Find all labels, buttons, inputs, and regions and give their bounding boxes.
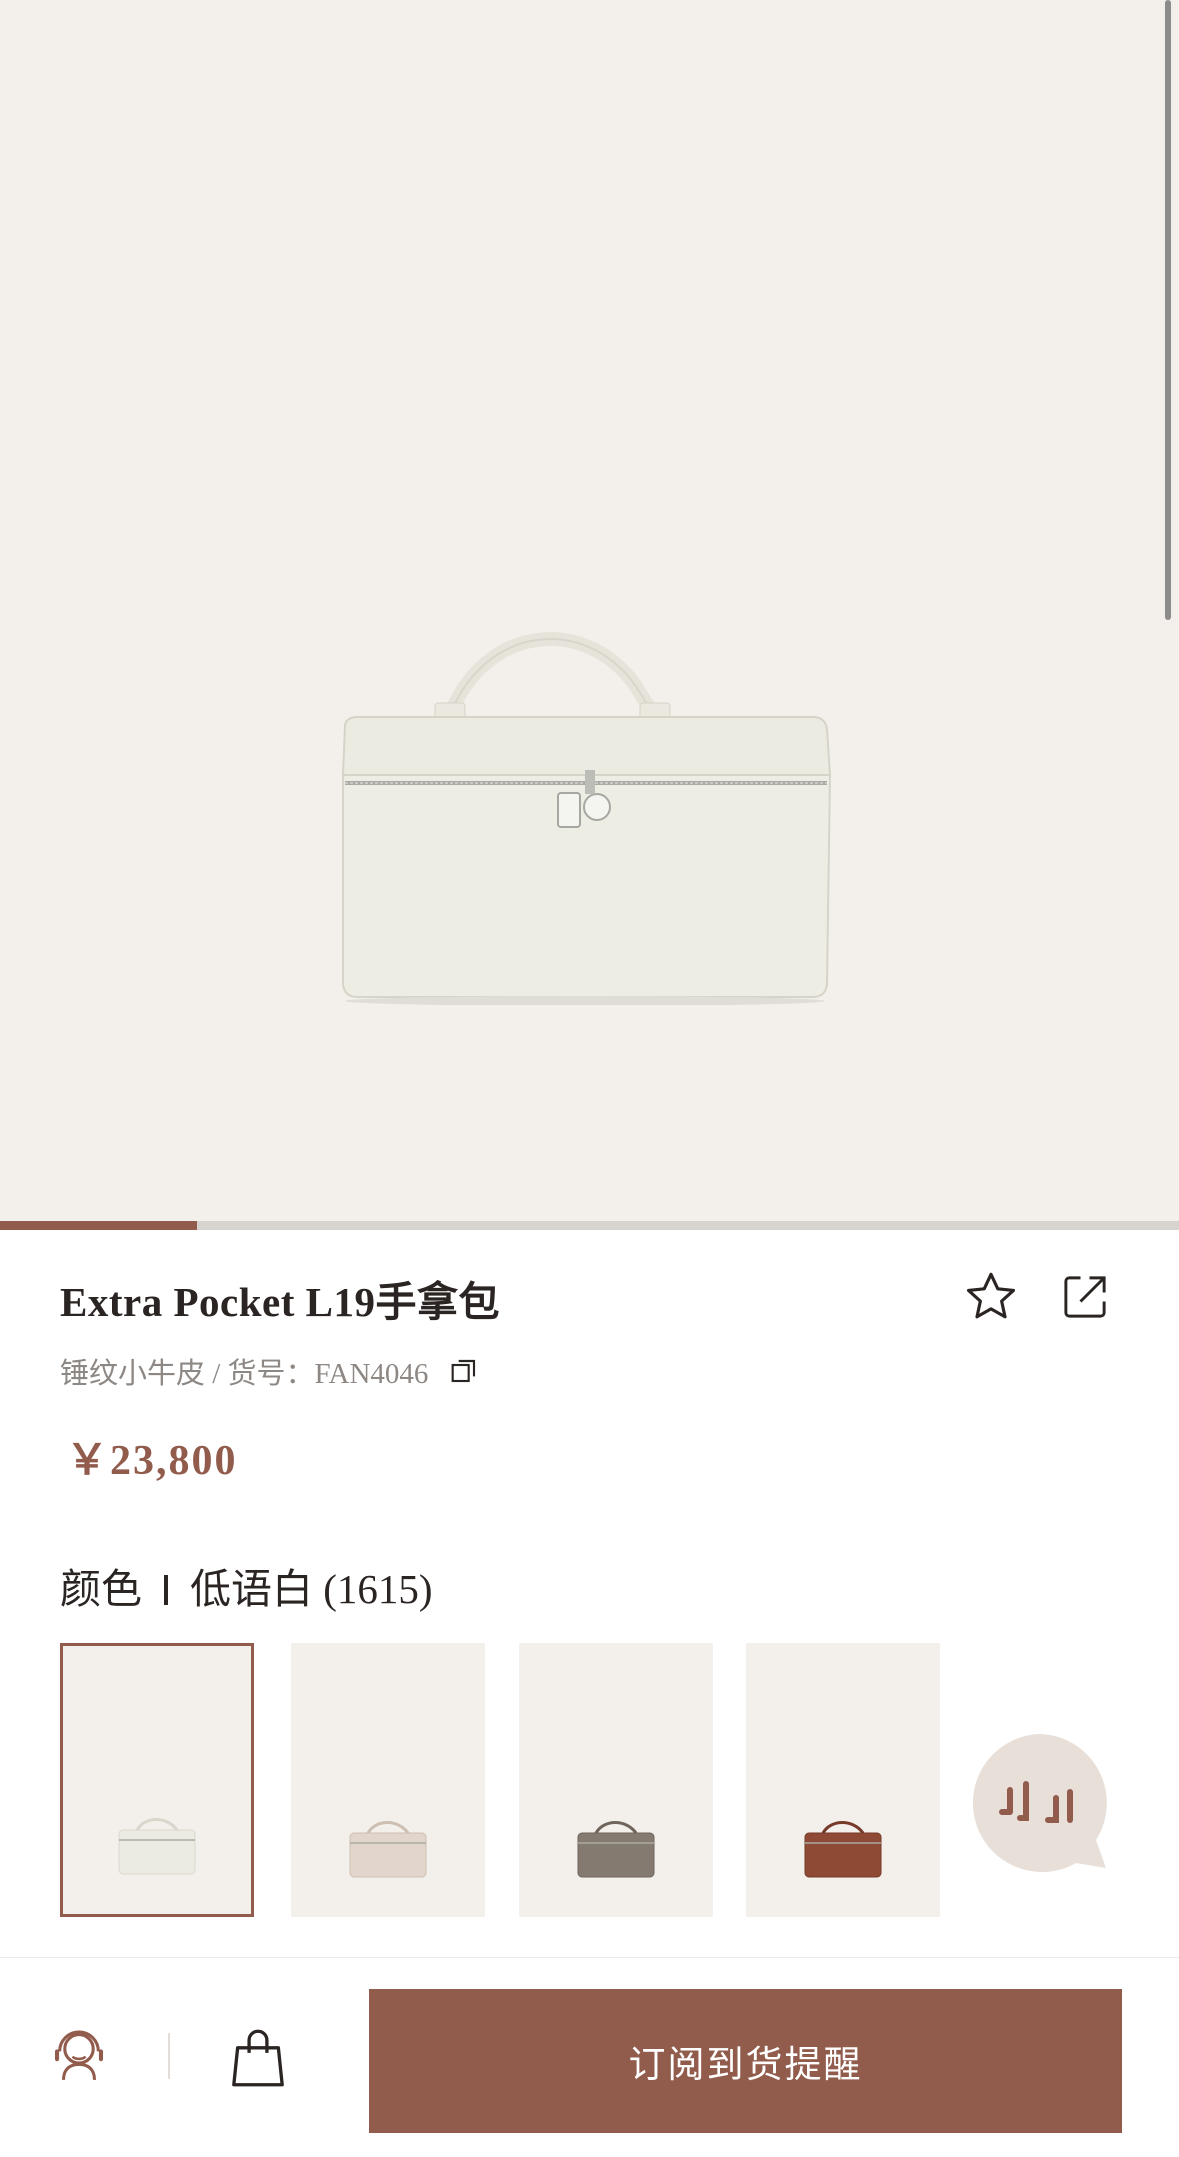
color-separator — [164, 1575, 168, 1605]
color-swatch-3[interactable] — [519, 1643, 713, 1917]
share-icon — [1064, 1276, 1106, 1318]
copy-icon[interactable] — [448, 1355, 480, 1387]
color-label: 颜色 — [60, 1566, 142, 1612]
shopping-bag-button[interactable] — [230, 2027, 292, 2089]
color-selection-label: 颜色 低语白 (1615) — [60, 1555, 433, 1615]
selected-color-name: 低语白 (1615) — [190, 1566, 433, 1612]
gallery-progress-fill — [0, 1221, 197, 1230]
chat-icon — [972, 1734, 1107, 1872]
share-button[interactable] — [1050, 1262, 1120, 1332]
color-swatch-4[interactable] — [746, 1643, 940, 1917]
favorite-button[interactable] — [956, 1262, 1026, 1332]
product-subline: 锤纹小牛皮 / 货号：FAN4046 — [60, 1350, 480, 1392]
swatch-bag-image — [118, 1818, 196, 1875]
star-icon — [966, 1272, 1016, 1319]
color-swatch-2[interactable] — [291, 1643, 485, 1917]
subscribe-restock-button[interactable]: 订阅到货提醒 — [369, 1989, 1122, 2133]
swatch-bag-image — [349, 1821, 427, 1878]
bottom-bar-divider — [168, 2033, 170, 2079]
swatch-bag-image — [804, 1821, 882, 1878]
customer-service-button[interactable] — [48, 2023, 110, 2085]
product-title: Extra Pocket L19手拿包 — [60, 1279, 500, 1325]
material-sku-text: 锤纹小牛皮 / 货号：FAN4046 — [60, 1358, 429, 1390]
product-bag-image — [341, 632, 832, 1005]
gallery-progress — [0, 1221, 1179, 1230]
product-price: ￥23,800 — [66, 1438, 238, 1484]
shopping-bag-icon — [232, 2029, 284, 2087]
color-swatch-1[interactable] — [60, 1643, 254, 1917]
chat-assistant-button[interactable] — [968, 1730, 1114, 1876]
swatch-bag-image — [577, 1821, 655, 1878]
product-hero-image[interactable] — [0, 0, 1179, 1222]
page-scrollbar[interactable] — [1165, 0, 1171, 620]
customer-service-icon — [54, 2030, 104, 2080]
